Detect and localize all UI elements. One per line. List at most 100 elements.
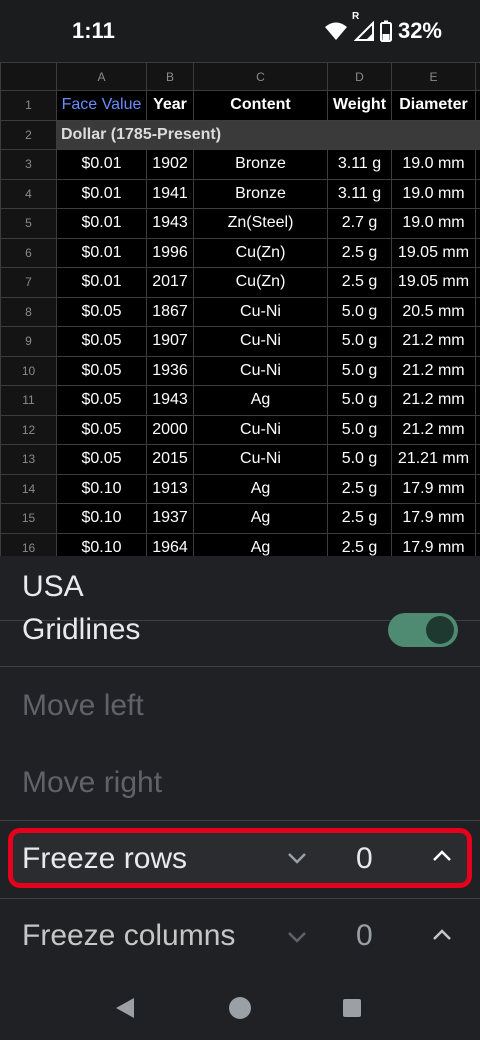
cell[interactable]: [475, 385, 480, 416]
cell[interactable]: Weight: [327, 90, 392, 121]
cell[interactable]: 19.0 mm: [391, 178, 476, 209]
cell[interactable]: [475, 90, 480, 121]
cell[interactable]: [475, 149, 480, 180]
cell[interactable]: 1996: [146, 237, 194, 268]
cell[interactable]: 19.05 mm: [391, 237, 476, 268]
row-number[interactable]: 12: [0, 414, 57, 445]
cell[interactable]: 5.0 g: [327, 444, 392, 475]
recents-icon[interactable]: [342, 998, 362, 1018]
cell[interactable]: Ag: [193, 473, 328, 504]
cell[interactable]: 3.11 g: [327, 149, 392, 180]
cell[interactable]: Cu-Ni: [193, 355, 328, 386]
cell[interactable]: 17.9 mm: [391, 532, 476, 556]
cell[interactable]: [475, 355, 480, 386]
row-number[interactable]: 2: [0, 119, 57, 150]
cell[interactable]: [475, 326, 480, 357]
cell[interactable]: Content: [193, 90, 328, 121]
cell[interactable]: Bronze: [193, 178, 328, 209]
cell[interactable]: Cu(Zn): [193, 267, 328, 298]
cell[interactable]: 21.2 mm: [391, 385, 476, 416]
cell[interactable]: [475, 414, 480, 445]
cell[interactable]: Bronze: [193, 149, 328, 180]
cell[interactable]: [475, 178, 480, 209]
cell[interactable]: 1867: [146, 296, 194, 327]
corner-cell[interactable]: [0, 62, 57, 91]
cell[interactable]: Cu-Ni: [193, 414, 328, 445]
row-number[interactable]: 8: [0, 296, 57, 327]
cell[interactable]: Cu-Ni: [193, 444, 328, 475]
cell[interactable]: [475, 296, 480, 327]
cell[interactable]: 17.9 mm: [391, 503, 476, 534]
cell[interactable]: 17.9 mm: [391, 473, 476, 504]
gridlines-row[interactable]: Gridlines: [0, 613, 480, 667]
move-right-row[interactable]: Move right: [0, 744, 480, 820]
cell[interactable]: [475, 532, 480, 556]
cell[interactable]: Ag: [193, 532, 328, 556]
row-number[interactable]: 1: [0, 90, 57, 121]
column-header-b[interactable]: B: [146, 62, 194, 91]
cell[interactable]: 1937: [146, 503, 194, 534]
column-header-d[interactable]: D: [327, 62, 392, 91]
cell[interactable]: [475, 267, 480, 298]
home-icon[interactable]: [226, 994, 254, 1022]
chevron-down-icon[interactable]: [286, 930, 308, 944]
cell[interactable]: 2.5 g: [327, 267, 392, 298]
row-number[interactable]: 10: [0, 355, 57, 386]
cell[interactable]: 2015: [146, 444, 194, 475]
cell[interactable]: 21.2 mm: [391, 326, 476, 357]
cell[interactable]: $0.01: [56, 208, 147, 239]
cell[interactable]: [475, 237, 480, 268]
cell[interactable]: 1936: [146, 355, 194, 386]
column-header-f[interactable]: [475, 62, 480, 91]
cell[interactable]: [475, 503, 480, 534]
row-number[interactable]: 14: [0, 473, 57, 504]
cell[interactable]: 1943: [146, 208, 194, 239]
gridlines-toggle[interactable]: [388, 613, 458, 647]
cell[interactable]: $0.01: [56, 267, 147, 298]
cell[interactable]: 3.11 g: [327, 178, 392, 209]
cell[interactable]: $0.05: [56, 385, 147, 416]
cell[interactable]: $0.05: [56, 296, 147, 327]
row-number[interactable]: 5: [0, 208, 57, 239]
cell[interactable]: [475, 473, 480, 504]
cell[interactable]: 1941: [146, 178, 194, 209]
cell[interactable]: $0.01: [56, 149, 147, 180]
cell[interactable]: 2.5 g: [327, 532, 392, 556]
cell[interactable]: 2000: [146, 414, 194, 445]
row-number[interactable]: 6: [0, 237, 57, 268]
cell[interactable]: $0.01: [56, 178, 147, 209]
cell[interactable]: 5.0 g: [327, 385, 392, 416]
row-number[interactable]: 13: [0, 444, 57, 475]
row-number[interactable]: 7: [0, 267, 57, 298]
column-header-e[interactable]: E: [391, 62, 476, 91]
cell[interactable]: 1964: [146, 532, 194, 556]
row-number[interactable]: 4: [0, 178, 57, 209]
cell[interactable]: $0.05: [56, 444, 147, 475]
chevron-down-icon[interactable]: [286, 851, 308, 865]
cell[interactable]: 1943: [146, 385, 194, 416]
cell[interactable]: 5.0 g: [327, 355, 392, 386]
cell[interactable]: Diameter: [391, 90, 476, 121]
cell[interactable]: 2.5 g: [327, 503, 392, 534]
cell[interactable]: Ag: [193, 503, 328, 534]
cell[interactable]: 20.5 mm: [391, 296, 476, 327]
cell[interactable]: 5.0 g: [327, 414, 392, 445]
cell[interactable]: 2.5 g: [327, 237, 392, 268]
cell[interactable]: 1913: [146, 473, 194, 504]
chevron-up-icon[interactable]: [431, 928, 453, 942]
back-icon[interactable]: [114, 996, 136, 1020]
cell[interactable]: $0.05: [56, 326, 147, 357]
cell[interactable]: 21.2 mm: [391, 414, 476, 445]
cell[interactable]: 19.05 mm: [391, 267, 476, 298]
cell[interactable]: 5.0 g: [327, 296, 392, 327]
cell[interactable]: 1902: [146, 149, 194, 180]
cell[interactable]: $0.05: [56, 414, 147, 445]
column-header-c[interactable]: C: [193, 62, 328, 91]
cell[interactable]: Year: [146, 90, 194, 121]
cell[interactable]: Cu-Ni: [193, 326, 328, 357]
cell[interactable]: 5.0 g: [327, 326, 392, 357]
cell[interactable]: 21.21 mm: [391, 444, 476, 475]
row-number[interactable]: 15: [0, 503, 57, 534]
section-cell[interactable]: Dollar (1785-Present): [56, 119, 480, 150]
cell[interactable]: Zn(Steel): [193, 208, 328, 239]
